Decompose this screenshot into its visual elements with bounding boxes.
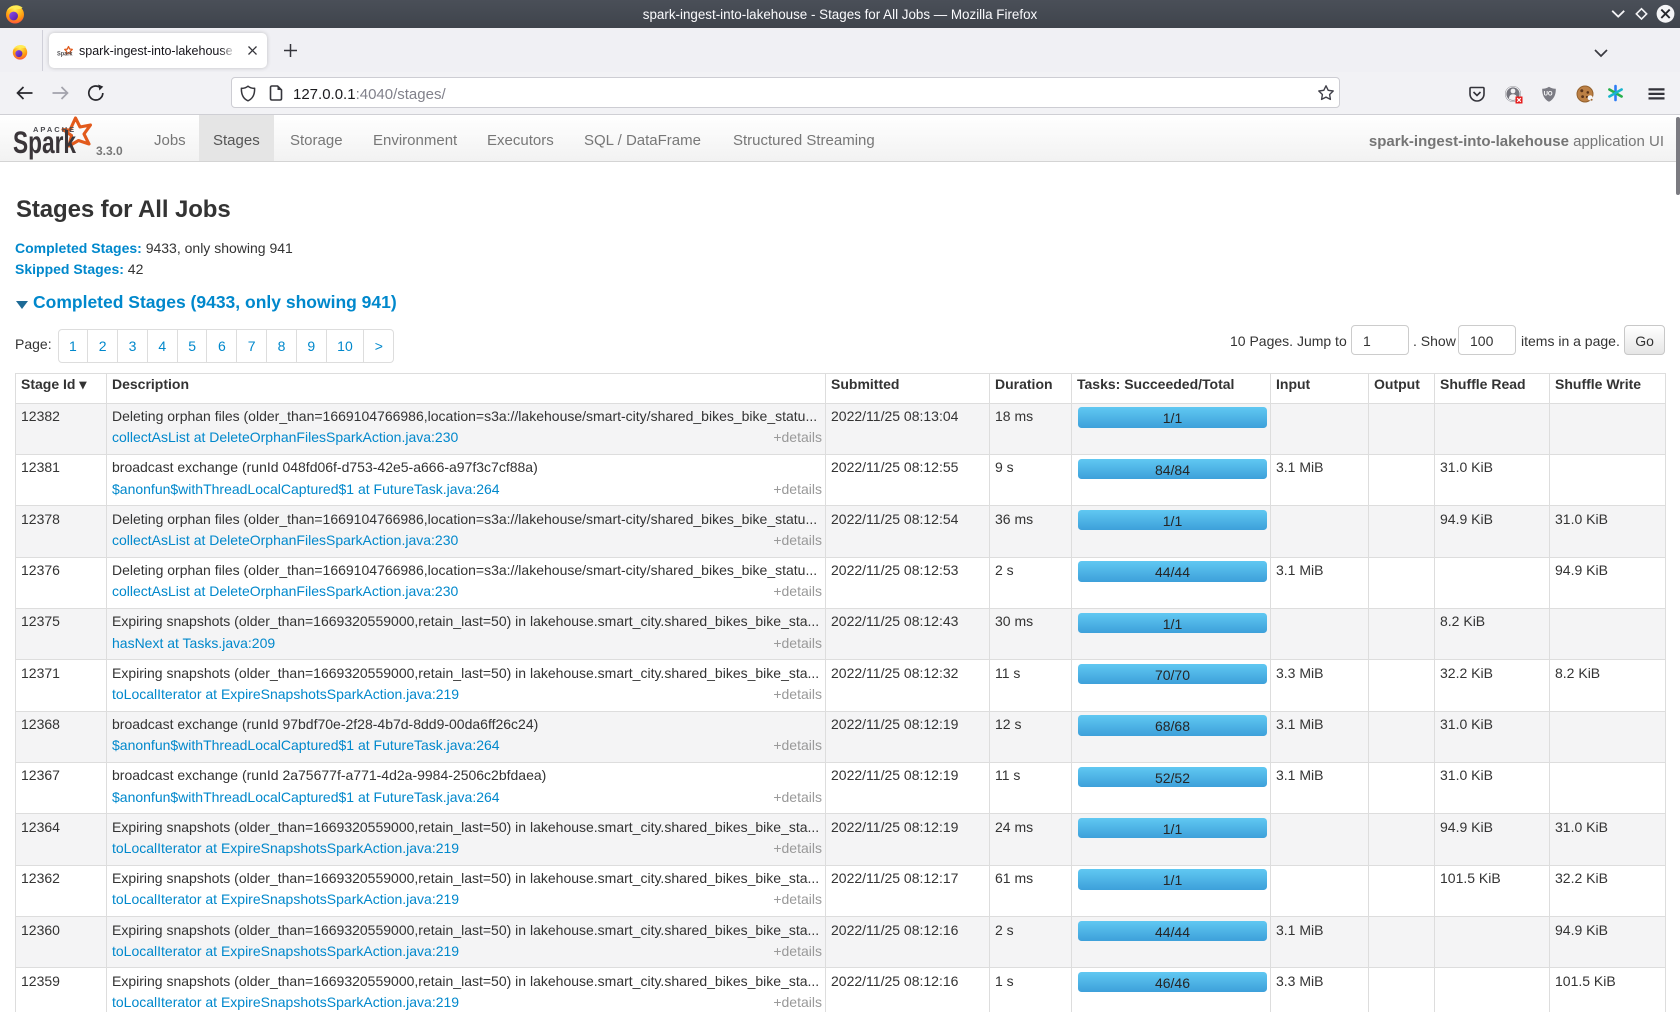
svg-text:UO: UO	[1544, 92, 1553, 98]
svg-text:Spark: Spark	[13, 124, 77, 160]
svg-text:Spark: Spark	[57, 50, 73, 58]
